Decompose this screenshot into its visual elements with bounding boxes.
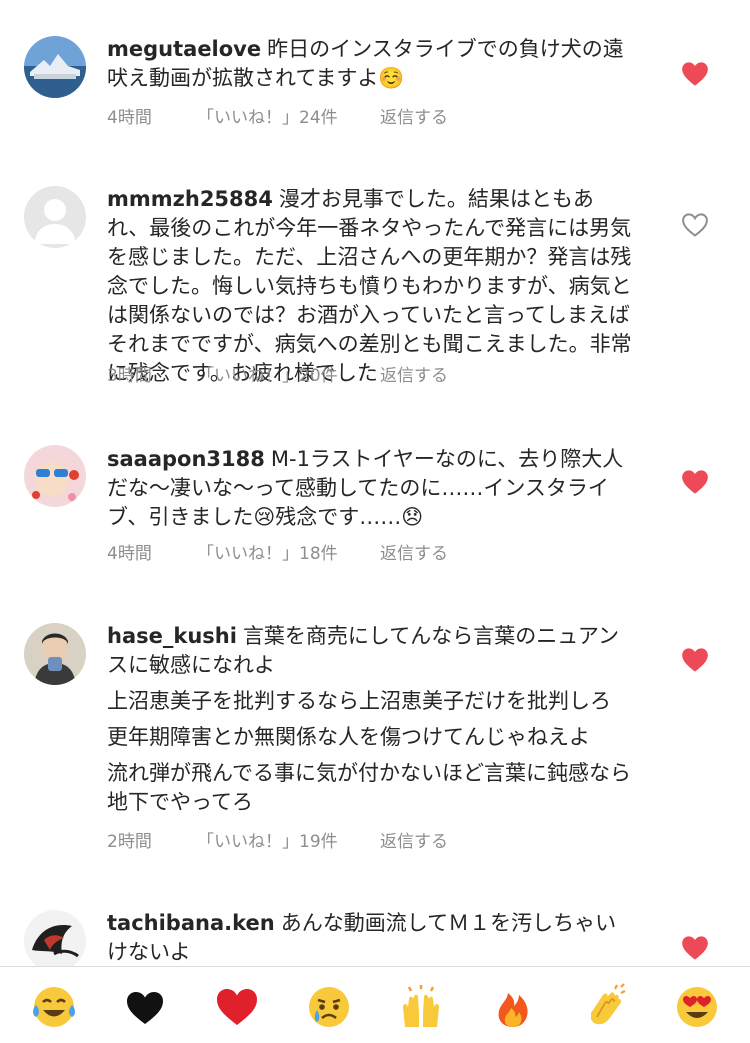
comment-username[interactable]: tachibana.ken bbox=[107, 911, 275, 935]
fire-emoji[interactable] bbox=[489, 983, 537, 1031]
like-button[interactable] bbox=[681, 469, 709, 495]
crying-face-emoji[interactable] bbox=[305, 983, 353, 1031]
comment-item: megutaelove 昨日のインスタライブでの負け犬の遠吠え動画が拡散されてます… bbox=[0, 0, 750, 170]
comment-extra-line: 流れ弾が飛んでる事に気が付かないほど言葉に鈍感なら地下でやってろ bbox=[107, 761, 631, 814]
filled-heart-icon bbox=[682, 936, 708, 960]
emoji-bar bbox=[0, 966, 750, 1043]
avatar[interactable] bbox=[24, 186, 86, 248]
comment-item: saaapon3188 M-1ラストイヤーなのに、去り際大人だな〜凄いな〜って感動… bbox=[0, 435, 750, 610]
comment-body: tachibana.ken あんな動画流してＭ１を汚しちゃいけないよ bbox=[107, 909, 632, 966]
comment-body: mmmzh25884 漫才お見事でした。結果はともあれ、最後のこれが今年一番ネタや… bbox=[107, 185, 632, 388]
avatar[interactable] bbox=[24, 445, 86, 507]
red-heart-emoji[interactable] bbox=[213, 983, 261, 1031]
comments-list: megutaelove 昨日のインスタライブでの負け犬の遠吠え動画が拡散されてます… bbox=[0, 0, 750, 966]
heart-eyes-emoji[interactable] bbox=[673, 983, 721, 1031]
raising-hands-emoji[interactable] bbox=[397, 983, 445, 1031]
black-heart-emoji[interactable] bbox=[121, 983, 169, 1031]
comment-time: 4時間 bbox=[107, 108, 152, 128]
like-button[interactable] bbox=[681, 212, 709, 238]
comment-text: 漫才お見事でした。結果はともあれ、最後のこれが今年一番ネタやったんで発言には男気… bbox=[107, 187, 632, 385]
filled-heart-icon bbox=[682, 470, 708, 494]
comment-body: hase_kushi 言葉を商売にしてんなら言葉のニュアンスに敏感になれよ 上沼恵… bbox=[107, 622, 632, 817]
comment-username[interactable]: hase_kushi bbox=[107, 624, 237, 648]
reply-button[interactable]: 返信する bbox=[380, 106, 448, 130]
comment-item: hase_kushi 言葉を商売にしてんなら言葉のニュアンスに敏感になれよ 上沼恵… bbox=[0, 610, 750, 900]
comment-item: tachibana.ken あんな動画流してＭ１を汚しちゃいけないよ bbox=[0, 900, 750, 966]
reply-button[interactable]: 返信する bbox=[380, 364, 448, 388]
comment-username[interactable]: megutaelove bbox=[107, 37, 261, 61]
outline-heart-icon bbox=[682, 213, 708, 237]
comment-item: mmmzh25884 漫才お見事でした。結果はともあれ、最後のこれが今年一番ネタや… bbox=[0, 170, 750, 435]
clapping-hands-emoji[interactable] bbox=[581, 983, 629, 1031]
reply-button[interactable]: 返信する bbox=[380, 830, 448, 854]
comment-extra-line: 更年期障害とか無関係な人を傷つけてんじゃねえよ bbox=[107, 725, 590, 749]
comment-extra-line: 上沼恵美子を批判するなら上沼恵美子だけを批判しろ bbox=[107, 689, 611, 713]
reply-button[interactable]: 返信する bbox=[380, 542, 448, 566]
comment-body: megutaelove 昨日のインスタライブでの負け犬の遠吠え動画が拡散されてます… bbox=[107, 35, 632, 93]
comment-time: 2時間 bbox=[107, 832, 152, 852]
comment-body: saaapon3188 M-1ラストイヤーなのに、去り際大人だな〜凄いな〜って感動… bbox=[107, 445, 632, 532]
comment-likes[interactable]: 「いいね！」18件 bbox=[197, 542, 338, 566]
avatar[interactable] bbox=[24, 623, 86, 685]
avatar[interactable] bbox=[24, 910, 86, 966]
comment-username[interactable]: mmmzh25884 bbox=[107, 187, 273, 211]
like-button[interactable] bbox=[681, 935, 709, 961]
comment-time: 3時間 bbox=[107, 366, 152, 386]
tears-of-joy-emoji[interactable] bbox=[30, 983, 78, 1031]
like-button[interactable] bbox=[681, 647, 709, 673]
like-button[interactable] bbox=[681, 61, 709, 87]
comment-likes[interactable]: 「いいね！」24件 bbox=[197, 106, 338, 130]
comment-username[interactable]: saaapon3188 bbox=[107, 447, 265, 471]
filled-heart-icon bbox=[682, 62, 708, 86]
comment-likes[interactable]: 「いいね！」19件 bbox=[197, 830, 338, 854]
filled-heart-icon bbox=[682, 648, 708, 672]
comment-likes[interactable]: 「いいね！」20件 bbox=[197, 364, 338, 388]
avatar[interactable] bbox=[24, 36, 86, 98]
comment-time: 4時間 bbox=[107, 544, 152, 564]
